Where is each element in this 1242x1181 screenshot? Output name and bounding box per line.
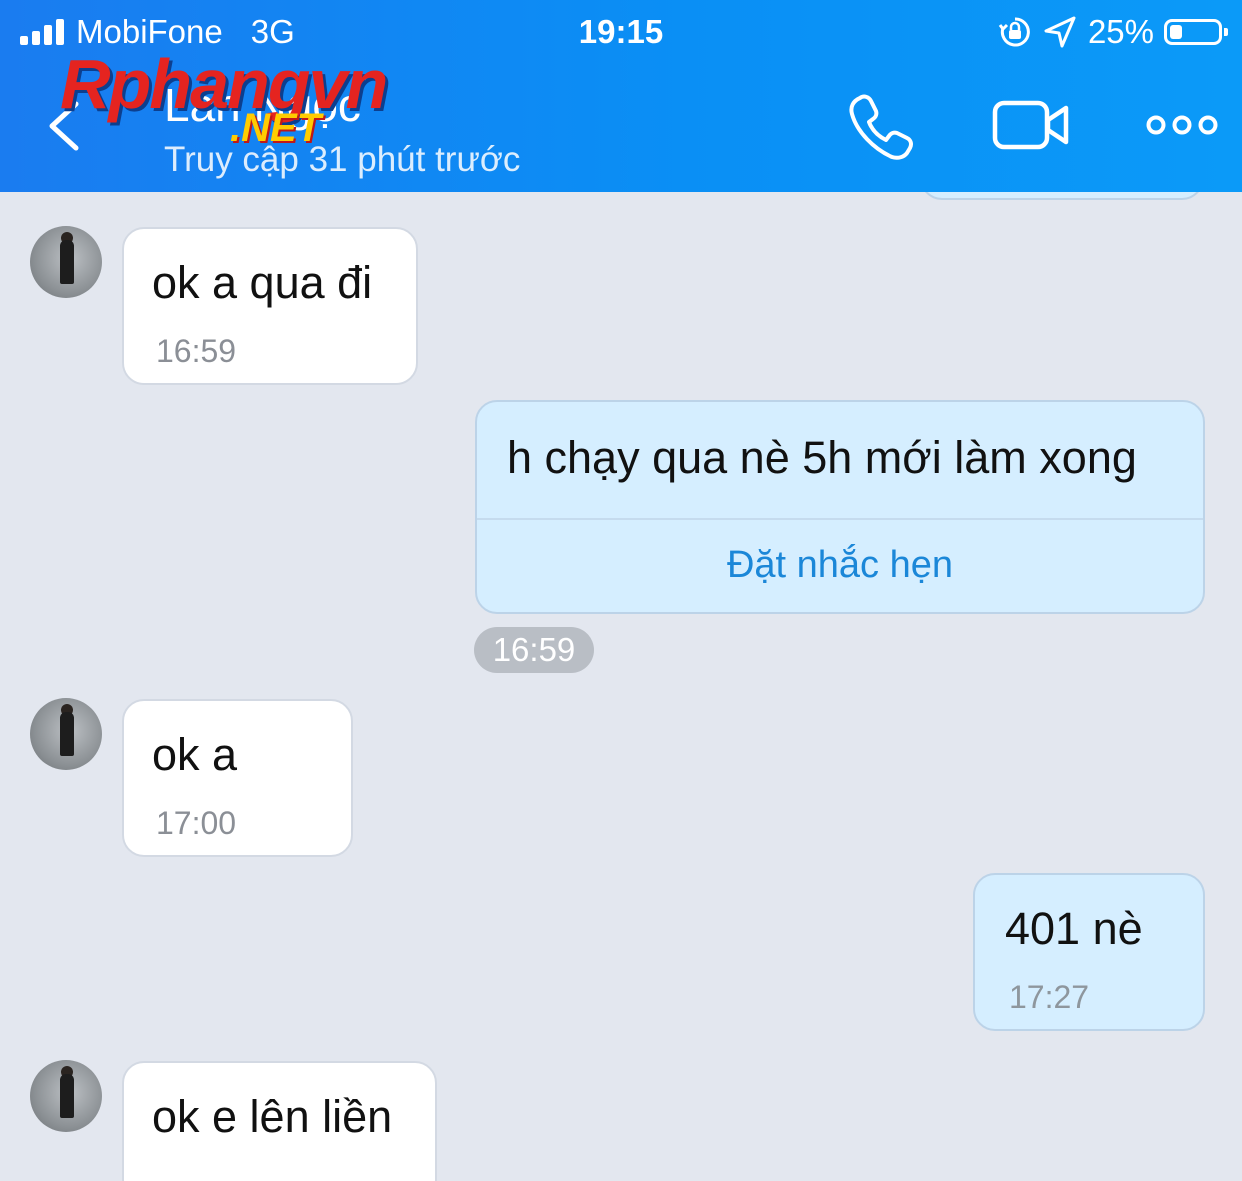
clock: 19:15	[578, 13, 664, 50]
message-time: 17:27	[1009, 979, 1090, 1015]
message-text: h chạy qua nè 5h mới làm xong	[507, 432, 1137, 483]
signal-icon	[20, 19, 64, 45]
message-text: ok a qua đi	[152, 257, 373, 308]
message-time: 17:00	[156, 805, 237, 841]
incoming-message-bubble[interactable]: ok a 17:00	[122, 699, 353, 857]
previous-message-edge	[920, 192, 1204, 200]
chat-header: MobiFone 3G 19:15 25% Lan Ngọc Truy cập …	[0, 0, 1242, 192]
carrier-name: MobiFone	[76, 13, 223, 50]
battery-icon	[1164, 19, 1228, 45]
back-chevron-icon[interactable]	[40, 96, 90, 156]
network-type: 3G	[250, 13, 295, 50]
status-bar-right: 25%	[998, 10, 1228, 54]
battery-percent: 25%	[1087, 13, 1154, 50]
rotation-lock-icon	[998, 17, 1030, 47]
outgoing-message-bubble[interactable]: h chạy qua nè 5h mới làm xong Đặt nhắc h…	[475, 400, 1205, 614]
set-reminder-link[interactable]: Đặt nhắc hẹn	[477, 544, 1203, 587]
video-camera-icon[interactable]	[992, 90, 1072, 160]
message-text: 401 nè	[1005, 903, 1143, 954]
message-time: 16:59	[156, 333, 237, 369]
message-time-pill: 16:59	[474, 627, 594, 673]
location-icon	[1044, 16, 1076, 48]
contact-name[interactable]: Lan Ngọc	[164, 78, 361, 132]
message-list[interactable]: ok a qua đi 16:59 h chạy qua nè 5h mới l…	[0, 192, 1242, 1181]
incoming-message-bubble[interactable]: ok e lên liền	[122, 1061, 437, 1181]
bubble-divider	[477, 518, 1203, 520]
outgoing-message-bubble[interactable]: 401 nè 17:27	[973, 873, 1205, 1031]
avatar[interactable]	[30, 698, 102, 770]
status-bar-left: MobiFone 3G	[20, 10, 295, 54]
avatar[interactable]	[30, 226, 102, 298]
message-text: ok e lên liền	[152, 1091, 393, 1142]
phone-icon[interactable]	[846, 90, 916, 160]
incoming-message-bubble[interactable]: ok a qua đi 16:59	[122, 227, 418, 385]
last-seen-status: Truy cập 31 phút trước	[164, 140, 521, 179]
more-options-icon[interactable]	[1144, 90, 1220, 160]
avatar[interactable]	[30, 1060, 102, 1132]
message-text: ok a	[152, 729, 238, 780]
